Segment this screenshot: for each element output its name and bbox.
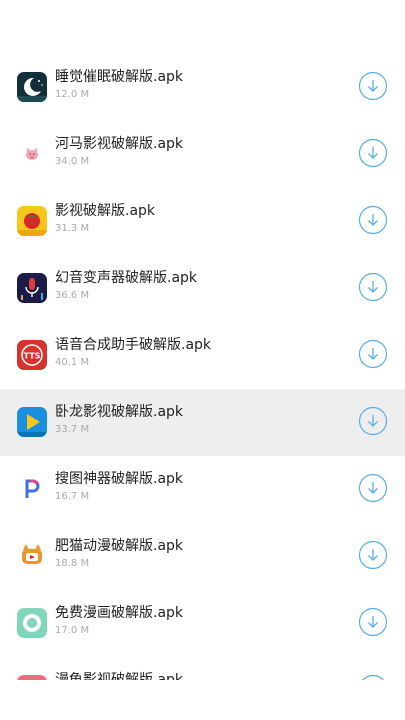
app-size: 40.1 M — [55, 357, 90, 368]
ring-icon — [17, 608, 47, 638]
download-icon — [358, 138, 388, 168]
app-size: 12.0 M — [55, 89, 90, 100]
download-icon — [358, 71, 388, 101]
app-size: 16.7 M — [55, 491, 90, 502]
app-name: 免费漫画破解版.apk — [55, 605, 184, 621]
app-name: 河马影视破解版.apk — [55, 136, 184, 152]
download-button[interactable] — [358, 71, 388, 101]
list-item[interactable]: 免费漫画破解版.apk 17.0 M — [0, 590, 405, 657]
download-icon — [358, 540, 388, 570]
app-size: 36.6 M — [55, 290, 90, 301]
download-button[interactable] — [358, 406, 388, 436]
list-item[interactable]: 影视破解版.apk 31.3 M — [0, 188, 405, 255]
download-icon — [358, 607, 388, 637]
app-name: 漫龟影视破解版.apk — [55, 672, 184, 680]
app-name: 影视破解版.apk — [55, 203, 156, 219]
download-icon — [358, 205, 388, 235]
list-item[interactable]: 卧龙影视破解版.apk 33.7 M — [0, 389, 405, 456]
list-item[interactable]: 河马影视破解版.apk 34.0 M — [0, 121, 405, 188]
download-button[interactable] — [358, 607, 388, 637]
list-item[interactable]: TTS 语音合成助手破解版.apk 40.1 M — [0, 322, 405, 389]
app-name: 语音合成助手破解版.apk — [55, 337, 212, 353]
download-button[interactable] — [358, 272, 388, 302]
list-item[interactable]: 搜图神器破解版.apk 16.7 M — [0, 456, 405, 523]
download-button[interactable] — [358, 138, 388, 168]
microphone-icon — [17, 273, 47, 303]
p-letter-icon — [17, 474, 47, 504]
download-button[interactable] — [358, 540, 388, 570]
app-name: 卧龙影视破解版.apk — [55, 404, 184, 420]
moon-night-icon — [17, 72, 47, 102]
download-button[interactable] — [358, 339, 388, 369]
download-icon — [358, 339, 388, 369]
app-name: 睡觉催眠破解版.apk — [55, 69, 184, 85]
tomato-icon — [17, 206, 47, 236]
download-icon — [358, 272, 388, 302]
apk-list: 睡觉催眠破解版.apk 12.0 M 河马影视破解版.apk 34.0 M 影视… — [0, 54, 405, 680]
app-name: 搜图神器破解版.apk — [55, 471, 184, 487]
list-item[interactable]: 漫龟影视破解版.apk — [0, 657, 405, 680]
download-button[interactable] — [358, 205, 388, 235]
download-icon — [358, 473, 388, 503]
list-item[interactable]: 幻音变声器破解版.apk 36.6 M — [0, 255, 405, 322]
download-button[interactable] — [358, 473, 388, 503]
app-name: 幻音变声器破解版.apk — [55, 270, 198, 286]
svg-text:TTS: TTS — [24, 352, 41, 361]
bottom-blank-area — [0, 680, 405, 720]
tts-icon: TTS — [17, 340, 47, 370]
app-size: 33.7 M — [55, 424, 90, 435]
app-size: 34.0 M — [55, 156, 90, 167]
list-item[interactable]: 肥猫动漫破解版.apk 18.8 M — [0, 523, 405, 590]
play-icon — [17, 407, 47, 437]
hippo-icon — [17, 139, 47, 169]
list-item[interactable]: 睡觉催眠破解版.apk 12.0 M — [0, 54, 405, 121]
app-size: 31.3 M — [55, 223, 90, 234]
cat-tv-icon — [17, 541, 47, 571]
app-name: 肥猫动漫破解版.apk — [55, 538, 184, 554]
app-size: 17.0 M — [55, 625, 90, 636]
app-size: 18.8 M — [55, 558, 90, 569]
download-icon — [358, 406, 388, 436]
